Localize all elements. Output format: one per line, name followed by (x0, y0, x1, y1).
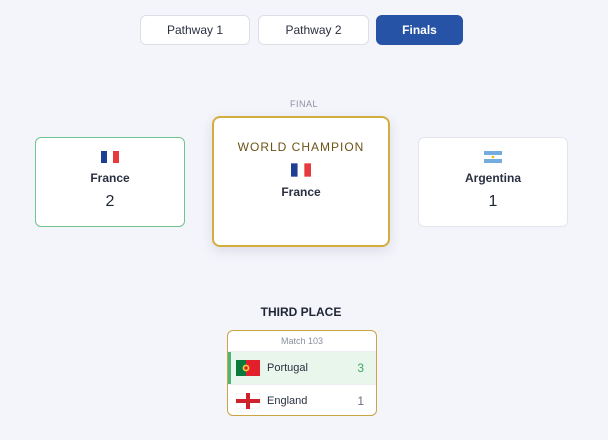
argentina-flag-icon (484, 151, 502, 163)
final-team-right-score: 1 (488, 193, 498, 210)
match-row-name: England (267, 394, 308, 407)
champion-name: France (281, 185, 321, 199)
third-place-title: THIRD PLACE (260, 305, 342, 319)
match-label: Match 103 (228, 331, 376, 352)
france-flag-icon (101, 151, 119, 163)
third-place-match-card[interactable]: Match 103 Portugal 3 England 1 (227, 330, 377, 416)
france-flag-icon (291, 163, 311, 177)
final-team-left-score: 2 (105, 193, 115, 210)
final-label: FINAL (289, 99, 318, 109)
champion-title: WORLD CHAMPION (237, 140, 365, 154)
match-row-score: 3 (357, 361, 364, 375)
final-team-card-left[interactable]: France 2 (35, 137, 185, 227)
portugal-flag-icon (236, 360, 260, 376)
england-flag-icon (236, 392, 260, 409)
match-row-portugal[interactable]: Portugal 3 (228, 352, 376, 384)
final-team-card-right[interactable]: Argentina 1 (418, 137, 568, 227)
tab-pathway-1[interactable]: Pathway 1 (140, 15, 250, 45)
tab-finals[interactable]: Finals (376, 15, 463, 45)
match-row-england[interactable]: England 1 (228, 384, 376, 415)
world-champion-card: WORLD CHAMPION France (212, 116, 390, 247)
final-team-left-name: France (90, 171, 130, 185)
tab-pathway-2[interactable]: Pathway 2 (258, 15, 369, 45)
final-team-right-name: Argentina (464, 171, 521, 185)
match-row-score: 1 (357, 393, 364, 408)
match-row-name: Portugal (267, 362, 308, 374)
